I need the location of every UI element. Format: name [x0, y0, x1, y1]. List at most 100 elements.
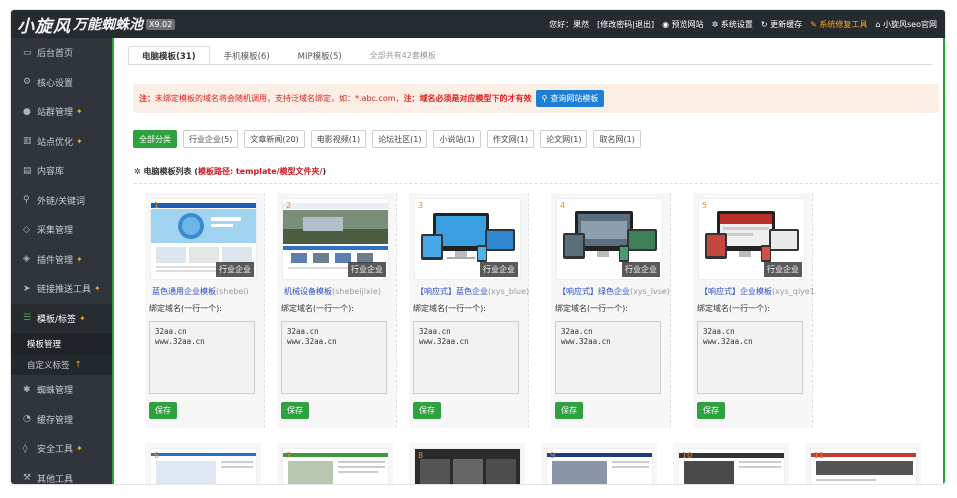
sidebar-subitem-label: 自定义标签	[27, 360, 70, 371]
sidebar-item-templates[interactable]: ☰ 模板/标签 ✦	[11, 303, 114, 333]
change-password-link[interactable]: [修改密码|退出]	[597, 19, 654, 30]
sidebar-item-site-optimize[interactable]: ▥ 站点优化 ✦	[11, 127, 114, 157]
category-tag: 行业企业	[622, 262, 660, 277]
domain-textarea[interactable]: 32aa.cn www.32aa.cn	[413, 321, 519, 394]
filter-essay[interactable]: 作文网(1)	[486, 130, 535, 148]
template-name[interactable]: 机械设备模板(shebeijixie)	[284, 286, 399, 297]
template-tabs: 电脑模板(31) 手机模板(6) MIP模板(5) 全部共有42套模板	[128, 44, 450, 65]
system-settings-link[interactable]: ✲ 系统设置	[712, 19, 753, 30]
template-card: 8	[409, 443, 525, 484]
template-title: 【响应式】蓝色企业	[416, 287, 488, 296]
send-icon: ➤	[23, 283, 31, 294]
official-label: 小旋风seo官网	[883, 19, 937, 29]
domain-textarea[interactable]: 32aa.cn www.32aa.cn	[697, 321, 803, 394]
template-thumbnail[interactable]: 1 行业企业	[150, 198, 257, 280]
sidebar-item-content-library[interactable]: ▤ 内容库	[11, 156, 114, 186]
filter-naming[interactable]: 取名网(1)	[593, 130, 641, 148]
repair-label: 系统修复工具	[819, 19, 868, 29]
sidebar-item-security[interactable]: ◊ 安全工具 ✦	[11, 434, 114, 464]
template-thumbnail[interactable]: 9	[546, 448, 653, 484]
pin-icon: ✦	[76, 107, 83, 117]
filter-news[interactable]: 文章新闻(20)	[244, 130, 305, 148]
plugin-icon: ◈	[23, 254, 30, 265]
save-button[interactable]: 保存	[149, 402, 177, 419]
pin-icon: ✦	[76, 254, 83, 264]
filter-industry[interactable]: 行业企业(5)	[183, 130, 239, 148]
template-title: 蓝色通用企业模板	[152, 287, 216, 296]
domain-textarea[interactable]: 32aa.cn www.32aa.cn	[555, 321, 661, 394]
tab-pc-templates[interactable]: 电脑模板(31)	[128, 46, 210, 65]
template-thumbnail[interactable]: 11	[810, 448, 917, 484]
template-name[interactable]: 【响应式】企业模板(xys_qiye1)	[700, 286, 815, 297]
sidebar-item-site-group[interactable]: ● 站群管理 ✦	[11, 97, 114, 127]
save-button[interactable]: 保存	[555, 402, 583, 419]
domain-textarea[interactable]: 32aa.cn www.32aa.cn	[149, 321, 255, 394]
sidebar-item-cache[interactable]: ◔ 缓存管理	[11, 405, 114, 435]
list-title-close: )	[322, 167, 327, 176]
sidebar-item-link-push[interactable]: ➤ 链接推送工具 ✦	[11, 274, 114, 304]
right-accent	[943, 38, 945, 484]
logo[interactable]: 小旋风 万能蜘蛛池 X9.02	[17, 13, 176, 37]
template-thumbnail[interactable]: 4 行业企业	[556, 198, 663, 280]
template-name[interactable]: 【响应式】绿色企业(xys_lvse)	[558, 286, 673, 297]
template-name[interactable]: 蓝色通用企业模板(shebei)	[152, 286, 267, 297]
filter-forum[interactable]: 论坛社区(1)	[372, 130, 428, 148]
template-number: 10	[682, 451, 693, 460]
tab-mip-templates[interactable]: MIP模板(5)	[284, 46, 356, 65]
category-filters: 全部分类 行业企业(5) 文章新闻(20) 电影视频(1) 论坛社区(1) 小说…	[133, 130, 641, 148]
sidebar-item-links-keywords[interactable]: ⚲ 外链/关键词	[11, 186, 114, 216]
template-name[interactable]: 【响应式】蓝色企业(xys_blue)	[416, 286, 531, 297]
domain-textarea[interactable]: 32aa.cn www.32aa.cn	[281, 321, 387, 394]
filter-all[interactable]: 全部分类	[133, 130, 177, 148]
thumbnail-image	[811, 449, 916, 484]
sidebar-item-label: 链接推送工具	[37, 285, 92, 296]
template-code: (shebei)	[216, 287, 249, 296]
filter-thesis[interactable]: 论文网(1)	[540, 130, 588, 148]
preview-site-link[interactable]: ◉ 预览网站	[662, 19, 704, 30]
sidebar-item-label: 模板/标签	[37, 314, 77, 325]
save-button[interactable]: 保存	[413, 402, 441, 419]
sidebar-item-other-tools[interactable]: ⚒ 其他工具	[11, 464, 114, 484]
tab-mobile-templates[interactable]: 手机模板(6)	[210, 46, 284, 65]
sidebar-item-plugins[interactable]: ◈ 插件管理 ✦	[11, 245, 114, 275]
template-thumbnail[interactable]: 3 行业企业	[414, 198, 521, 280]
sidebar-item-core-settings[interactable]: ⚙ 核心设置	[11, 68, 114, 98]
top-bar: 小旋风 万能蜘蛛池 X9.02 您好：果然 [修改密码|退出] ◉ 预览网站 ✲…	[11, 10, 945, 38]
save-button[interactable]: 保存	[281, 402, 309, 419]
sidebar-subitem-template-manage[interactable]: 模板管理	[11, 333, 114, 354]
logo-text: 小旋风	[17, 16, 71, 37]
category-tag: 行业企业	[216, 262, 254, 277]
template-total: 全部共有42套模板	[369, 51, 436, 60]
template-number: 3	[418, 201, 424, 210]
template-thumbnail[interactable]: 8	[414, 448, 521, 484]
bind-domain-label: 绑定域名(一行一个):	[281, 304, 354, 313]
gear-icon: ✲	[134, 167, 141, 176]
template-path: 模板路径: template/模型文件夹/	[197, 167, 323, 176]
query-template-button[interactable]: ⚲ 查询网站模板	[535, 90, 605, 107]
template-card: 6	[145, 443, 261, 484]
sidebar-item-label: 站点优化	[37, 137, 74, 148]
template-title: 机械设备模板	[284, 287, 332, 296]
filter-video[interactable]: 电影视频(1)	[310, 130, 367, 148]
template-code: (xys_blue)	[488, 287, 530, 296]
pin-icon: ✦	[76, 136, 83, 146]
sidebar-item-spider[interactable]: ✱ 蜘蛛管理	[11, 375, 114, 405]
template-thumbnail[interactable]: 6	[150, 448, 257, 484]
template-thumbnail[interactable]: 7	[282, 448, 389, 484]
sidebar-item-collect[interactable]: ◇ 采集管理	[11, 215, 114, 245]
save-button[interactable]: 保存	[697, 402, 725, 419]
filter-novel[interactable]: 小说站(1)	[433, 130, 481, 148]
gear-icon: ⚙	[23, 77, 32, 88]
repair-tool-link[interactable]: ✎ 系统修复工具	[810, 19, 867, 30]
sidebar-item-dashboard[interactable]: ▭ 后台首页	[11, 38, 114, 68]
official-site-link[interactable]: ⌂ 小旋风seo官网	[875, 19, 937, 30]
template-thumbnail[interactable]: 10	[678, 448, 785, 484]
template-thumbnail[interactable]: 5 行业企业	[698, 198, 805, 280]
sidebar-item-label: 插件管理	[37, 255, 74, 266]
update-cache-link[interactable]: ↻ 更新缓存	[761, 19, 802, 30]
sidebar-item-label: 外链/关键词	[37, 196, 86, 207]
eye-icon: ◉	[662, 19, 670, 29]
template-card: 2 行业企业 机械设备模板(shebeijixie) 绑定域名(一行一个): 3…	[277, 193, 397, 428]
template-thumbnail[interactable]: 2 行业企业	[282, 198, 389, 280]
sidebar-subitem-custom-tags[interactable]: 自定义标签 ↑	[11, 354, 114, 375]
